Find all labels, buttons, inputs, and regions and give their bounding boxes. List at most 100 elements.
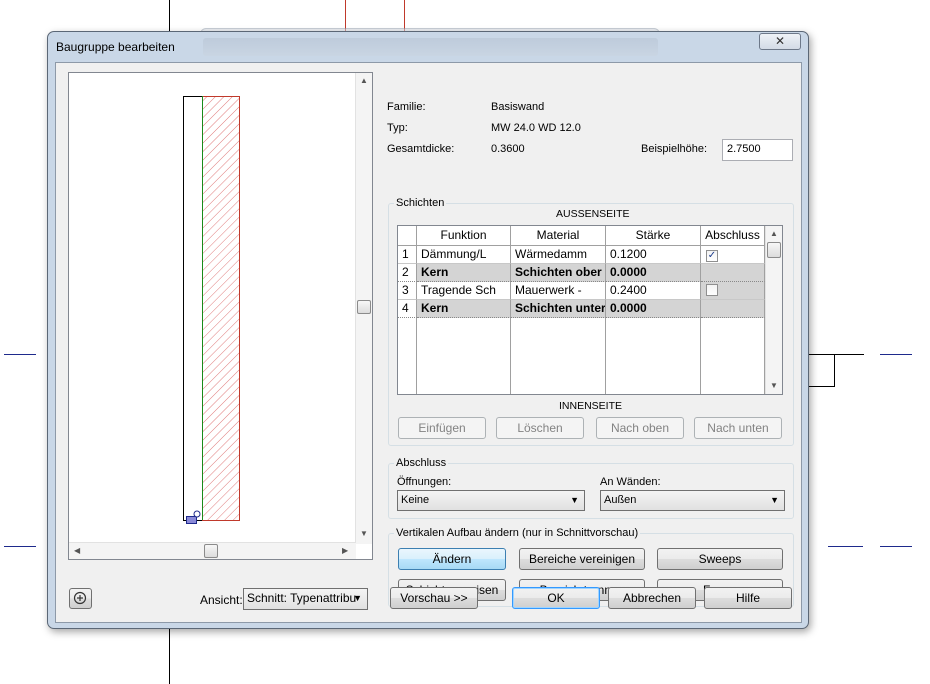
openings-value: Keine	[401, 494, 430, 506]
column-header-function[interactable]: Funktion	[417, 226, 511, 246]
ok-button[interactable]: OK	[512, 587, 600, 609]
scroll-right-icon[interactable]: ▶	[342, 546, 348, 555]
material-cell[interactable]: Wärmedamm	[511, 246, 606, 264]
merge-regions-button[interactable]: Bereiche vereinigen	[519, 548, 645, 570]
dialog-title: Baugruppe bearbeiten	[56, 40, 175, 54]
type-value: MW 24.0 WD 12.0	[491, 122, 581, 134]
table-vertical-scrollbar[interactable]: ▲ ▼	[765, 226, 782, 394]
preview-horizontal-scrollbar[interactable]: ◀ ▶	[69, 542, 356, 559]
thickness-cell[interactable]: 0.1200	[606, 246, 701, 264]
at-walls-value: Außen	[604, 494, 637, 506]
column-header-wrap[interactable]: Abschluss	[701, 226, 765, 246]
chevron-down-icon: ▼	[770, 495, 779, 505]
table-row[interactable]: 4 Kern Schichten unter 0.0000	[398, 300, 765, 318]
drawing-grid-line	[880, 546, 912, 547]
layers-table[interactable]: Funktion Material Stärke Abschluss 1 Däm…	[397, 225, 783, 395]
scroll-up-icon[interactable]: ▲	[360, 76, 368, 85]
material-cell[interactable]: Schichten unter	[511, 300, 606, 318]
scroll-down-icon[interactable]: ▼	[770, 381, 778, 390]
preview-vertical-scrollbar[interactable]: ▲ ▼	[355, 73, 372, 544]
sample-height-field[interactable]: 2.7500	[722, 139, 793, 161]
view-dropdown[interactable]: Schnitt: Typenattribu ▼	[243, 588, 368, 610]
row-number: 1	[398, 246, 417, 264]
base-marker	[186, 516, 197, 524]
chevron-down-icon: ▼	[570, 495, 579, 505]
thickness-cell[interactable]: 0.2400	[606, 282, 701, 300]
table-row[interactable]: 1 Dämmung/L Wärmedamm 0.1200 ✓	[398, 246, 765, 264]
function-cell[interactable]: Dämmung/L	[417, 246, 511, 264]
layers-group-title: Schichten	[394, 197, 447, 209]
chevron-down-icon: ▼	[353, 593, 362, 603]
vertical-structure-group-title: Vertikalen Aufbau ändern (nur in Schnitt…	[394, 527, 641, 539]
delete-button[interactable]: Löschen	[496, 417, 584, 439]
sample-height-label: Beispielhöhe:	[641, 143, 708, 155]
drawing-grid-line	[4, 354, 36, 355]
view-label: Ansicht:	[200, 593, 243, 607]
title-bar[interactable]: Baugruppe bearbeiten ✕	[48, 32, 808, 62]
dialog-client-area: ▲ ▼ ◀ ▶ Familie: Basiswand Typ: MW 24.0 …	[55, 62, 802, 623]
zoom-icon	[73, 591, 87, 605]
family-label: Familie:	[387, 101, 426, 113]
help-button[interactable]: Hilfe	[704, 587, 792, 609]
row-number: 3	[398, 282, 417, 300]
outside-label: AUSSENSEITE	[556, 208, 630, 220]
move-down-button[interactable]: Nach unten	[694, 417, 782, 439]
openings-label: Öffnungen:	[397, 476, 452, 488]
table-row[interactable]: 3 Tragende Sch Mauerwerk - 0.2400	[398, 282, 765, 300]
modify-button[interactable]: Ändern	[398, 548, 506, 570]
insulation-layer	[183, 96, 203, 521]
wrap-checkbox[interactable]	[706, 284, 718, 296]
drawing-grid-line	[4, 546, 36, 547]
row-number: 4	[398, 300, 417, 318]
thickness-cell[interactable]: 0.0000	[606, 264, 701, 282]
preview-toggle-button[interactable]: Vorschau >>	[390, 587, 478, 609]
wrap-cell: ✓	[701, 246, 765, 264]
openings-dropdown[interactable]: Keine ▼	[397, 490, 585, 511]
table-row[interactable]: 2 Kern Schichten ober 0.0000	[398, 264, 765, 282]
table-empty-area	[398, 318, 765, 394]
base-marker-dot	[193, 510, 201, 518]
scroll-down-icon[interactable]: ▼	[360, 529, 368, 538]
cancel-button[interactable]: Abbrechen	[608, 587, 696, 609]
wrap-checkbox[interactable]: ✓	[706, 250, 718, 262]
at-walls-label: An Wänden:	[600, 476, 661, 488]
wrapping-group-title: Abschluss	[394, 457, 449, 469]
family-value: Basiswand	[491, 101, 545, 113]
drawing-grid-line	[828, 546, 863, 547]
drawing-grid-line	[880, 354, 912, 355]
wrap-cell	[701, 300, 765, 318]
function-cell[interactable]: Tragende Sch	[417, 282, 511, 300]
masonry-layer	[202, 96, 240, 521]
function-cell[interactable]: Kern	[417, 264, 511, 282]
function-cell[interactable]: Kern	[417, 300, 511, 318]
column-header-thickness[interactable]: Stärke	[606, 226, 701, 246]
preview-pane[interactable]: ▲ ▼ ◀ ▶	[68, 72, 373, 560]
row-number-header	[398, 226, 417, 246]
total-thickness-value: 0.3600	[491, 143, 525, 155]
sweeps-button[interactable]: Sweeps	[657, 548, 783, 570]
at-walls-dropdown[interactable]: Außen ▼	[600, 490, 785, 511]
wall-section-preview	[183, 96, 240, 524]
close-button[interactable]: ✕	[759, 33, 801, 50]
insert-button[interactable]: Einfügen	[398, 417, 486, 439]
drawing-element	[808, 354, 835, 387]
layers-group: Schichten AUSSENSEITE Funktion Material …	[388, 197, 794, 446]
edit-assembly-dialog: Baugruppe bearbeiten ✕ ▲ ▼ ◀ ▶ Familie: …	[47, 31, 809, 629]
zoom-button[interactable]	[69, 588, 92, 609]
material-cell[interactable]: Schichten ober	[511, 264, 606, 282]
wrap-cell	[701, 264, 765, 282]
wrapping-group: Abschluss Öffnungen: Keine ▼ An Wänden: …	[388, 457, 794, 519]
total-thickness-label: Gesamtdicke:	[387, 143, 455, 155]
table-scroll-thumb[interactable]	[767, 242, 781, 258]
vertical-scroll-thumb[interactable]	[357, 300, 371, 314]
wrap-cell	[701, 282, 765, 300]
scroll-left-icon[interactable]: ◀	[74, 546, 80, 555]
move-up-button[interactable]: Nach oben	[596, 417, 684, 439]
type-label: Typ:	[387, 122, 408, 134]
material-cell[interactable]: Mauerwerk -	[511, 282, 606, 300]
row-number: 2	[398, 264, 417, 282]
thickness-cell[interactable]: 0.0000	[606, 300, 701, 318]
column-header-material[interactable]: Material	[511, 226, 606, 246]
horizontal-scroll-thumb[interactable]	[204, 544, 218, 558]
scroll-up-icon[interactable]: ▲	[770, 229, 778, 238]
